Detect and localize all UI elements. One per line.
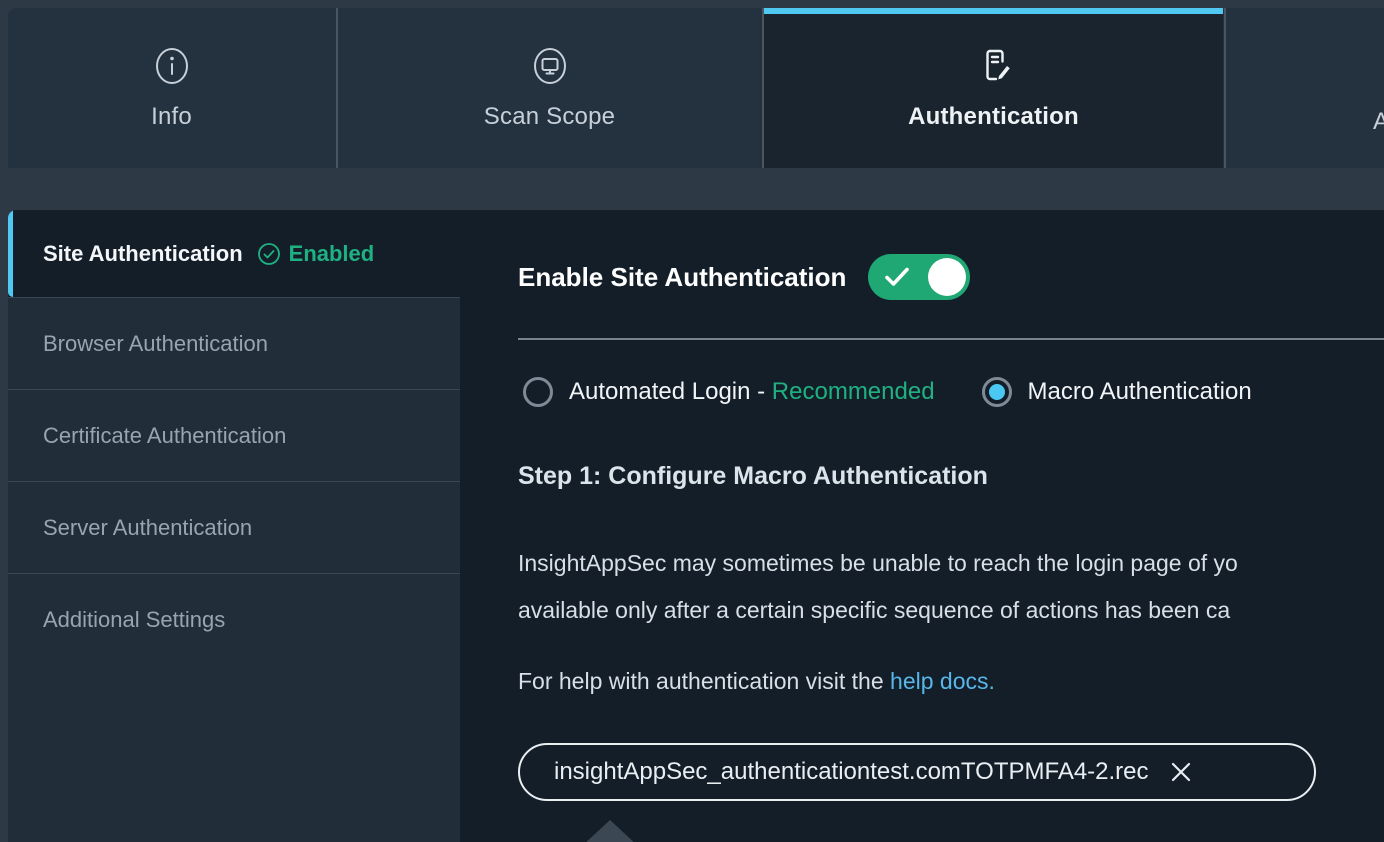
recommended-label: Recommended bbox=[772, 378, 935, 405]
sidebar-item-additional-settings[interactable]: Additional Settings bbox=[8, 574, 460, 666]
enable-site-authentication-toggle[interactable] bbox=[868, 254, 970, 300]
tab-next-partial[interactable]: At bbox=[1224, 8, 1384, 168]
toggle-knob bbox=[928, 258, 966, 296]
sidebar-item-label: Site Authentication bbox=[43, 241, 243, 267]
monitor-circle-icon bbox=[529, 45, 571, 87]
automated-login-radio[interactable] bbox=[523, 377, 553, 407]
sidebar-item-label: Additional Settings bbox=[43, 607, 225, 633]
sidebar-item-label: Certificate Authentication bbox=[43, 423, 286, 449]
sidebar-item-label: Browser Authentication bbox=[43, 331, 268, 357]
status-badge-label: Enabled bbox=[289, 241, 375, 267]
tab-scan-scope-label: Scan Scope bbox=[484, 103, 615, 131]
tooltip-arrow bbox=[582, 820, 638, 842]
sidebar-item-browser-authentication[interactable]: Browser Authentication bbox=[8, 298, 460, 390]
sidebar-item-server-authentication[interactable]: Server Authentication bbox=[8, 482, 460, 574]
enable-site-authentication-label: Enable Site Authentication bbox=[518, 262, 846, 293]
status-badge: Enabled bbox=[257, 241, 375, 267]
tab-scan-scope[interactable]: Scan Scope bbox=[336, 8, 761, 168]
sidebar-item-site-authentication[interactable]: Site Authentication Enabled bbox=[8, 210, 460, 298]
description-line-1: InsightAppSec may sometimes be unable to… bbox=[518, 540, 1238, 587]
authentication-sidebar: Site Authentication Enabled Browser Auth… bbox=[8, 210, 460, 842]
login-mode-radio-group: Automated Login - Recommended Macro Auth… bbox=[518, 368, 1252, 416]
authentication-panel: Site Authentication Enabled Browser Auth… bbox=[8, 210, 1384, 842]
sidebar-item-label: Server Authentication bbox=[43, 515, 252, 541]
tab-authentication-label: Authentication bbox=[908, 103, 1079, 131]
help-text: For help with authentication visit the h… bbox=[518, 668, 995, 695]
tab-info[interactable]: Info bbox=[8, 8, 335, 168]
app-window: Info Scan Scope bbox=[0, 0, 1384, 842]
help-docs-link[interactable]: help docs. bbox=[890, 668, 995, 694]
automated-login-label: Automated Login - Recommended bbox=[569, 378, 935, 406]
close-icon[interactable] bbox=[1167, 758, 1195, 786]
checkmark-icon bbox=[884, 266, 910, 288]
macro-authentication-radio[interactable] bbox=[982, 377, 1012, 407]
help-text-prefix: For help with authentication visit the bbox=[518, 668, 890, 694]
info-circle-icon bbox=[151, 45, 193, 87]
sidebar-item-certificate-authentication[interactable]: Certificate Authentication bbox=[8, 390, 460, 482]
macro-file-chip: insightAppSec_authenticationtest.comTOTP… bbox=[518, 743, 1316, 801]
tab-next-label: At bbox=[1373, 108, 1384, 136]
document-edit-icon bbox=[972, 45, 1016, 87]
tab-info-label: Info bbox=[151, 103, 192, 131]
macro-file-name: insightAppSec_authenticationtest.comTOTP… bbox=[554, 758, 1149, 786]
check-circle-icon bbox=[257, 242, 281, 266]
step-tabbar: Info Scan Scope bbox=[8, 8, 1384, 168]
description-paragraph: InsightAppSec may sometimes be unable to… bbox=[518, 540, 1238, 634]
enable-site-authentication-row: Enable Site Authentication bbox=[518, 254, 970, 300]
description-line-2: available only after a certain specific … bbox=[518, 587, 1238, 634]
section-divider bbox=[518, 338, 1384, 340]
step-1-heading: Step 1: Configure Macro Authentication bbox=[518, 462, 988, 491]
macro-authentication-label: Macro Authentication bbox=[1028, 378, 1252, 406]
tab-authentication[interactable]: Authentication bbox=[762, 8, 1223, 168]
macro-authentication-option: Macro Authentication bbox=[977, 377, 1252, 407]
